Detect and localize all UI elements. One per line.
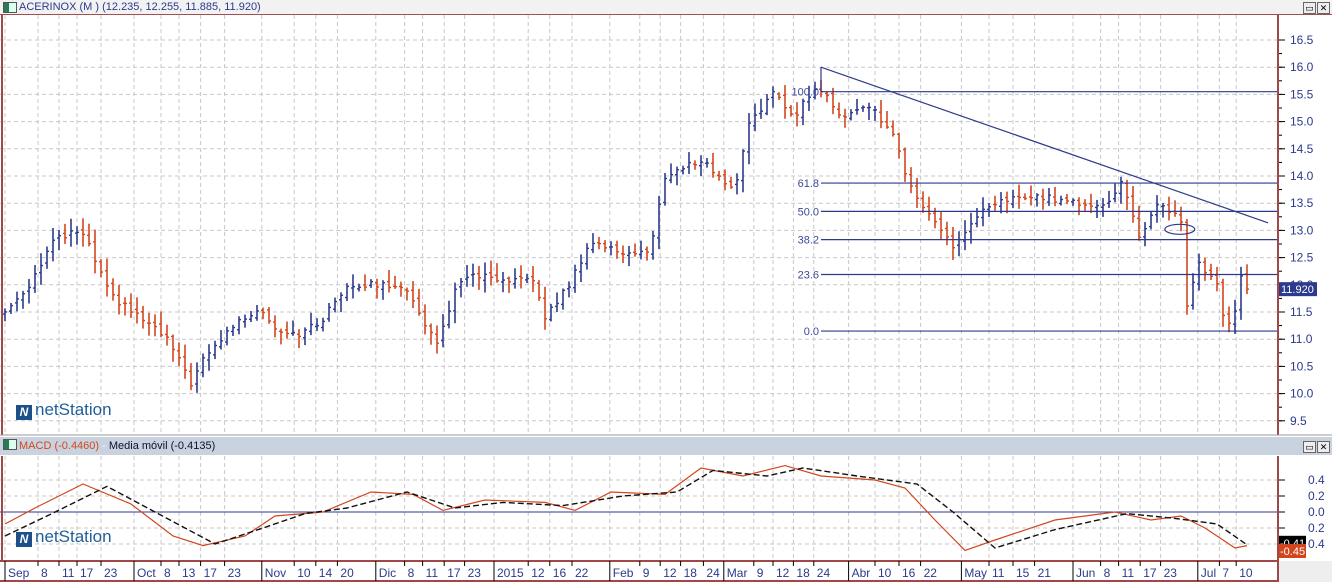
fib-level-label: 50.0 — [798, 206, 819, 218]
x-tick-label: Feb — [613, 566, 634, 580]
netstation-logo-icon: N — [16, 532, 32, 547]
x-tick-label: 17 — [204, 566, 218, 580]
x-tick-label: 16 — [553, 566, 567, 580]
x-tick-label: 10 — [878, 566, 892, 580]
axis-corner — [1279, 561, 1332, 582]
last-price-label: 11.920 — [1281, 284, 1314, 296]
y-tick-label: 16.5 — [1290, 33, 1314, 47]
x-tick-label: Dic — [379, 566, 396, 580]
indicator-window-icon — [3, 439, 17, 450]
x-tick-label: 18 — [796, 566, 810, 580]
x-tick-label: 9 — [757, 566, 764, 580]
x-tick-label: Oct — [137, 566, 156, 580]
x-tick-label: 22 — [924, 566, 938, 580]
y-tick-label: 15.0 — [1290, 115, 1314, 129]
x-tick-label: 24 — [706, 566, 720, 580]
y-tick-label: 10.0 — [1290, 387, 1314, 401]
x-tick-label: 23 — [468, 566, 482, 580]
x-tick-label: 21 — [1038, 566, 1052, 580]
x-tick-label: 8 — [1104, 566, 1111, 580]
macd-restore-icon[interactable]: ▭ — [1303, 441, 1316, 453]
x-tick-label: 11 — [426, 566, 439, 580]
x-tick-label: 23 — [228, 566, 242, 580]
x-tick-label: 22 — [575, 566, 589, 580]
x-tick-label: 13 — [182, 566, 196, 580]
y-tick-label: 14.0 — [1290, 169, 1314, 183]
logo-text: netStation — [35, 527, 112, 546]
macd-y-tick-label: 0.2 — [1308, 521, 1325, 535]
x-tick-label: Jun — [1076, 566, 1095, 580]
x-tick-label: 8 — [41, 566, 48, 580]
x-tick-label: May — [964, 566, 987, 580]
x-tick-label: 12 — [531, 566, 545, 580]
macd-panel-header: MACD (-0.4460) - Media móvil (-0.4135) ▭… — [0, 437, 1332, 455]
x-tick-label: 17 — [80, 566, 94, 580]
macd-y-tick-label: 0.4 — [1308, 537, 1325, 551]
x-tick-label: Nov — [265, 566, 286, 580]
y-tick-label: 12.5 — [1290, 251, 1314, 265]
y-tick-label: 13.5 — [1290, 196, 1314, 210]
x-tick-label: 16 — [902, 566, 916, 580]
logo-text: netStation — [35, 400, 112, 419]
x-tick-label: 20 — [340, 566, 354, 580]
macd-legend: MACD (-0.4460) — [19, 440, 100, 452]
y-tick-label: 14.5 — [1290, 142, 1314, 156]
macd-y-tick-label: 0.0 — [1308, 505, 1325, 519]
x-tick-label: 9 — [643, 566, 650, 580]
macd-y-tick-label: 0.4 — [1308, 473, 1325, 487]
x-tick-label: Sep — [8, 566, 30, 580]
price-chart: 9.510.010.511.011.512.012.513.013.514.01… — [0, 15, 1332, 582]
x-tick-label: Jul — [1201, 566, 1216, 580]
netstation-logo-icon: N — [16, 405, 32, 420]
y-tick-label: 11.0 — [1290, 332, 1313, 346]
x-tick-label: 2015 — [497, 566, 524, 580]
x-tick-label: Mar — [727, 566, 748, 580]
x-tick-label: 11 — [62, 566, 75, 580]
y-tick-label: 10.5 — [1290, 359, 1314, 373]
macd-last-badge-label: -0.45 — [1280, 546, 1305, 558]
x-tick-label: 10 — [1239, 566, 1253, 580]
x-tick-label: 8 — [164, 566, 171, 580]
x-tick-label: 12 — [776, 566, 790, 580]
fib-level-label: 100.0 — [791, 87, 819, 99]
x-tick-label: 11 — [1122, 566, 1135, 580]
legend-separator: - — [99, 440, 109, 452]
x-tick-label: 10 — [297, 566, 311, 580]
x-tick-label: 23 — [104, 566, 118, 580]
fib-level-label: 61.8 — [798, 178, 819, 190]
x-tick-label: 15 — [1016, 566, 1030, 580]
macd-y-tick-label: 0.2 — [1308, 489, 1325, 503]
x-tick-label: 18 — [684, 566, 698, 580]
y-tick-label: 15.5 — [1290, 87, 1314, 101]
x-tick-label: 14 — [319, 566, 333, 580]
x-tick-label: 24 — [817, 566, 831, 580]
x-tick-label: 17 — [1143, 566, 1157, 580]
y-tick-label: 9.5 — [1290, 414, 1307, 428]
netstation-logo: NnetStation — [16, 400, 112, 420]
fib-level-label: 23.6 — [798, 269, 819, 281]
y-tick-label: 16.0 — [1290, 60, 1314, 74]
x-tick-label: 7 — [1222, 566, 1229, 580]
x-tick-label: 11 — [992, 566, 1005, 580]
x-tick-label: 8 — [408, 566, 415, 580]
price-panel-bg — [0, 15, 1332, 435]
x-tick-label: 17 — [447, 566, 461, 580]
fib-level-label: 38.2 — [798, 235, 819, 247]
x-tick-label: Abr — [852, 566, 871, 580]
y-tick-label: 11.5 — [1290, 305, 1313, 319]
x-tick-label: 23 — [1164, 566, 1178, 580]
netstation-logo-macd: NnetStation — [16, 527, 112, 547]
x-tick-label: 12 — [663, 566, 677, 580]
fib-level-label: 0.0 — [804, 326, 819, 338]
signal-legend: Media móvil (-0.4135) — [108, 440, 216, 452]
macd-close-icon[interactable]: ✕ — [1317, 441, 1330, 453]
y-tick-label: 13.0 — [1290, 223, 1314, 237]
